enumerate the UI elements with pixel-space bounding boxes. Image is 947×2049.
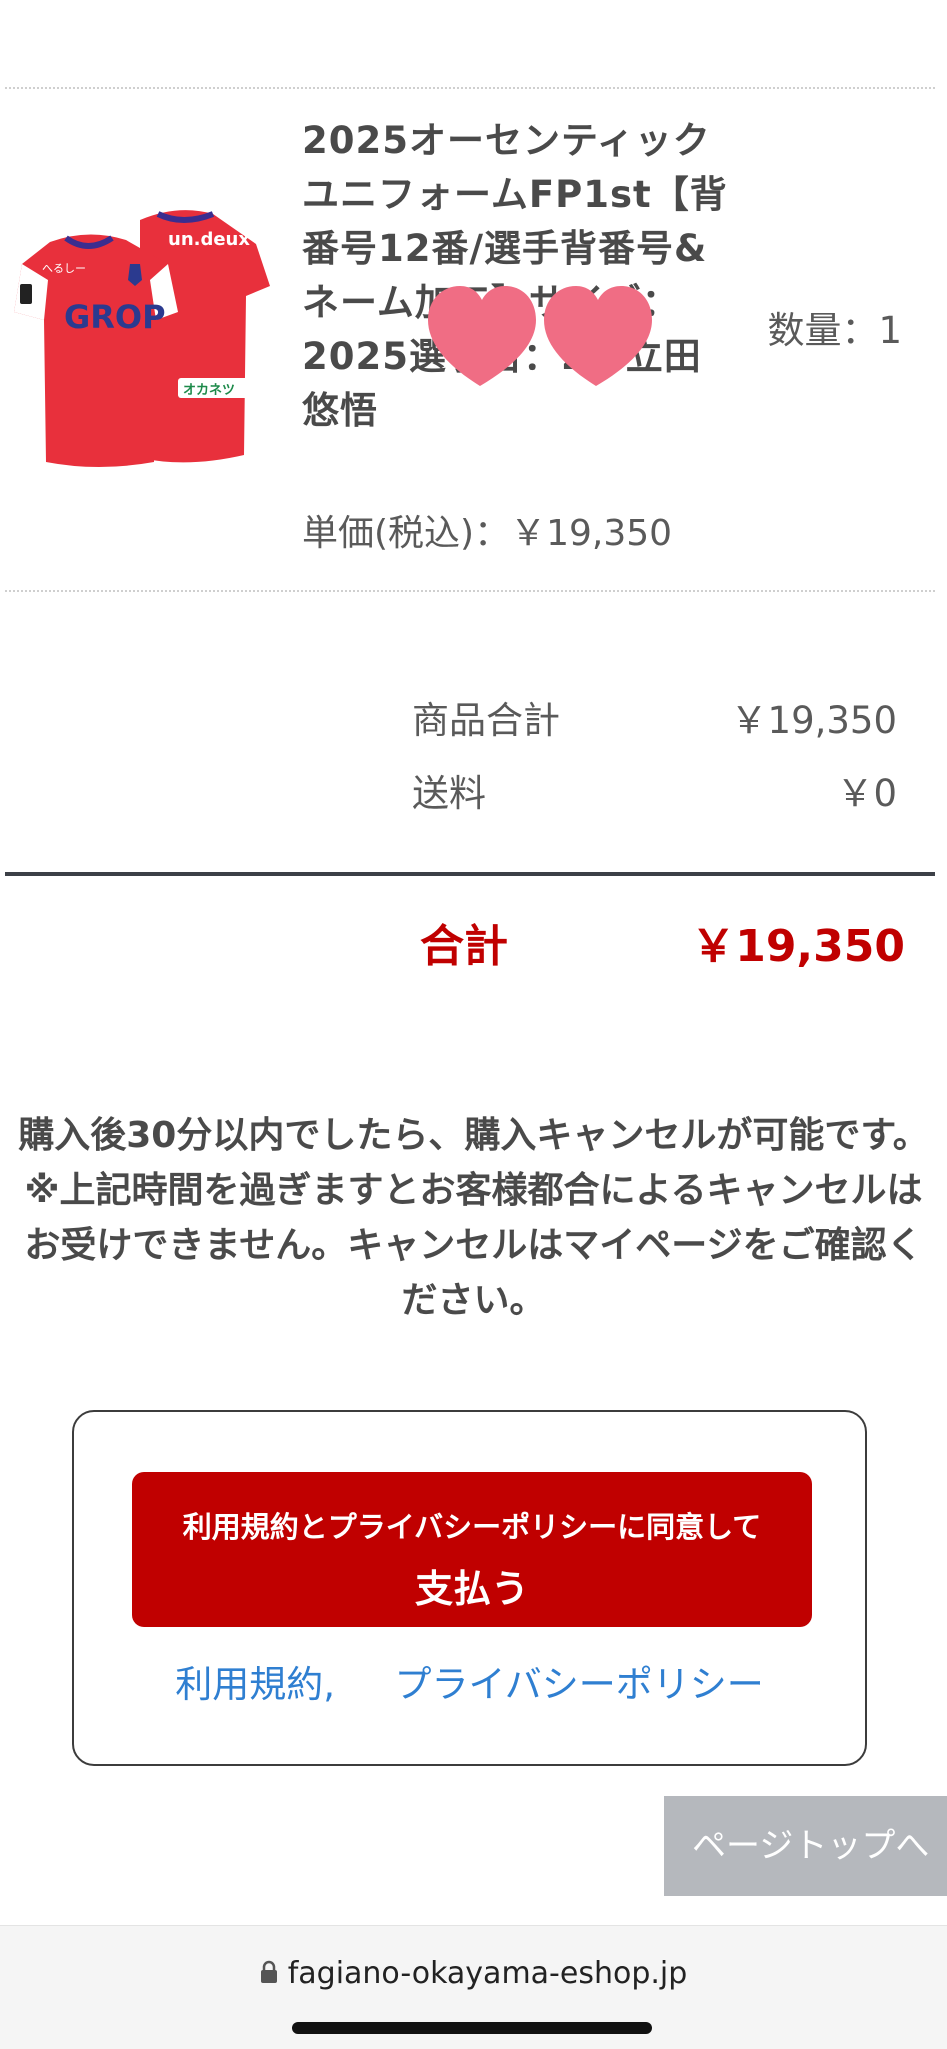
jersey-front-text: GROP bbox=[64, 298, 166, 336]
top-divider bbox=[5, 87, 935, 89]
subtotal-label: 商品合計 bbox=[412, 699, 560, 742]
pay-button-line2: 支払う bbox=[414, 1567, 529, 1611]
url-display[interactable]: fagiano-okayama-eshop.jp bbox=[0, 1956, 947, 1992]
privacy-policy-link[interactable]: プライバシーポリシー bbox=[395, 1663, 764, 1706]
terms-link[interactable]: 利用規約, bbox=[175, 1663, 335, 1706]
browser-address-bar[interactable]: fagiano-okayama-eshop.jp bbox=[0, 1925, 947, 2049]
cancel-notice-line2: ※上記時間を過ぎますとお客様都合によるキャンセルはお受けできません。キャンセルは… bbox=[24, 1170, 923, 1321]
heart-stickers-icon bbox=[428, 286, 653, 396]
unit-price: 単価(税込)：￥19,350 bbox=[302, 513, 673, 554]
shipping-label: 送料 bbox=[412, 772, 486, 815]
url-text: fagiano-okayama-eshop.jp bbox=[287, 1956, 688, 1991]
svg-text:へるしー: へるしー bbox=[42, 262, 86, 275]
total-divider bbox=[5, 872, 935, 876]
total-row: 合計 ￥19,350 bbox=[420, 910, 905, 974]
cancel-notice-line1: 購入後30分以内でしたら、購入キャンセルが可能です。 bbox=[18, 1115, 929, 1156]
cancel-notice: 購入後30分以内でしたら、購入キャンセルが可能です。 ※上記時間を過ぎますとお客… bbox=[18, 1108, 929, 1328]
product-image: un.deux オカネツ へるしー GROP bbox=[8, 200, 276, 470]
payment-box: 利用規約とプライバシーポリシーに同意して 支払う 利用規約, プライバシーポリシ… bbox=[72, 1410, 867, 1766]
total-value: ￥19,350 bbox=[691, 921, 905, 972]
product-divider bbox=[5, 590, 935, 592]
jersey-sponsor-text: オカネツ bbox=[183, 383, 235, 398]
jersey-back-text: un.deux bbox=[168, 229, 250, 250]
subtotal-row: 商品合計 ￥19,350 bbox=[412, 690, 897, 744]
quantity: 数量：1 bbox=[767, 309, 902, 352]
subtotal-value: ￥19,350 bbox=[730, 699, 897, 742]
pay-button-line1: 利用規約とプライバシーポリシーに同意して bbox=[182, 1510, 762, 1544]
total-label: 合計 bbox=[420, 921, 508, 972]
shipping-row: 送料 ￥0 bbox=[412, 763, 897, 817]
home-indicator[interactable] bbox=[292, 2022, 652, 2034]
lock-icon bbox=[260, 1957, 278, 1992]
page-top-button[interactable]: ページトップへ bbox=[664, 1796, 947, 1896]
shipping-value: ￥0 bbox=[836, 772, 897, 815]
policy-links: 利用規約, プライバシーポリシー bbox=[74, 1654, 865, 1708]
agree-and-pay-button[interactable]: 利用規約とプライバシーポリシーに同意して 支払う bbox=[132, 1472, 812, 1627]
